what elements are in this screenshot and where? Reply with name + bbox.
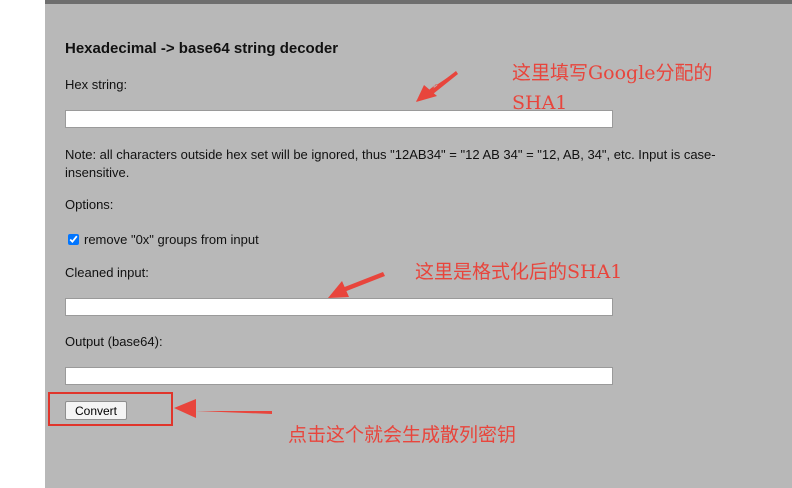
arrow-to-convert-body <box>196 411 272 414</box>
arrow-to-convert-head <box>174 399 196 418</box>
arrow-to-cleaned-input-body <box>342 272 385 292</box>
arrow-to-hex-input-body <box>430 71 458 94</box>
annotation-arrows <box>174 71 458 418</box>
